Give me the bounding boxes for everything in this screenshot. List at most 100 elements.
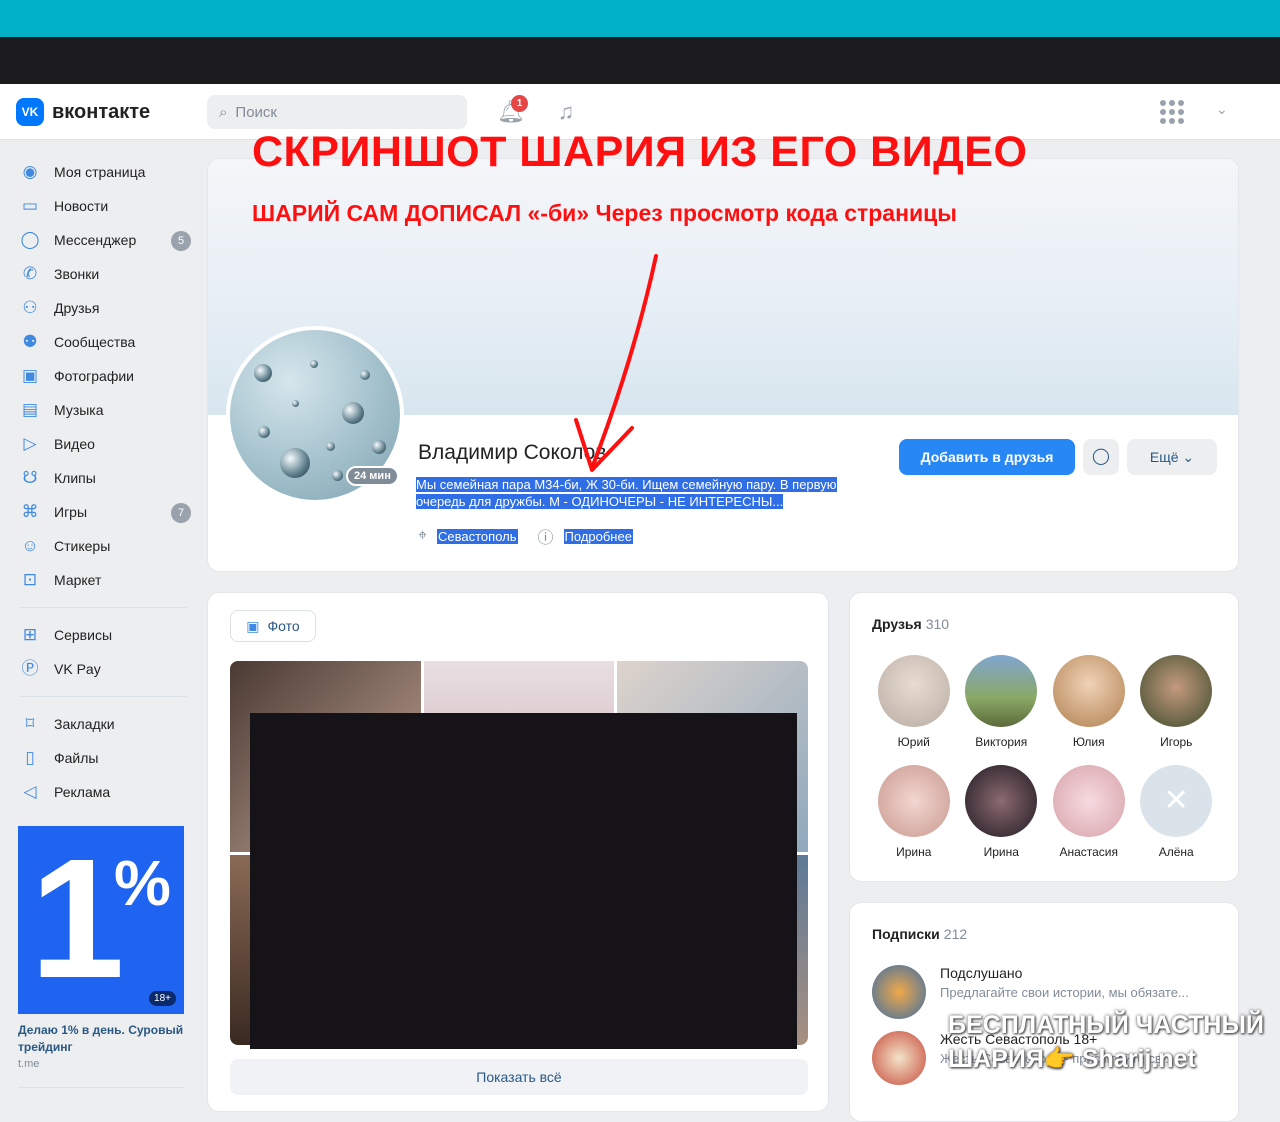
profile-status: Мы семейная пара М34-би, Ж 30-би. Ищем с… <box>416 477 837 509</box>
ads-icon: ◁ <box>23 782 37 801</box>
subscriptions-title[interactable]: Подписки 212 <box>872 926 967 942</box>
avatar <box>1052 655 1125 727</box>
notification-badge: 1 <box>511 95 528 112</box>
friend-item[interactable]: Ирина <box>958 765 1046 859</box>
ad-percent: % <box>114 847 171 919</box>
censor-box <box>250 713 797 1049</box>
friend-item[interactable]: Виктория <box>958 655 1046 749</box>
sidebar-item-services[interactable]: ⊞ Сервисы <box>16 618 191 652</box>
music-note-icon[interactable]: ♫ <box>552 98 580 126</box>
vk-logo[interactable]: VK вконтакте <box>16 98 150 126</box>
avatar <box>1052 765 1125 837</box>
messenger-count-badge: 5 <box>171 231 191 251</box>
search-icon: ⌕ <box>219 103 228 121</box>
apps-grid-icon[interactable] <box>1160 100 1184 124</box>
sidebar-nav: ◉ Моя страница ▭ Новости ◯ Мессенджер 5 ✆ Зво… <box>16 155 191 809</box>
market-icon: ⊡ <box>22 570 38 589</box>
avatar <box>872 1031 926 1085</box>
user-icon: ◉ <box>22 162 38 181</box>
profile-info-row: ⌖ Севастополь ⓘ Подробнее <box>418 524 633 548</box>
ad-site: t.me <box>18 1058 40 1070</box>
friends-grid: Юрий Виктория Юлия Игорь Ирина Ирина Ана… <box>870 655 1220 859</box>
stickers-icon: ☺ <box>21 536 39 555</box>
friend-item[interactable]: Ирина <box>870 765 958 859</box>
watermark: БЕСПЛАТНЫЙ ЧАСТНЫЙ ШАРИЯ👉 Sharij.net <box>948 1011 1264 1073</box>
info-icon: ⓘ <box>537 530 554 547</box>
online-status-badge: 24 мин <box>346 466 399 486</box>
sidebar-item-photos[interactable]: ▣ Фотографии <box>16 359 191 393</box>
search-input[interactable]: ⌕ Поиск <box>207 95 467 129</box>
games-icon: ⌘ <box>21 502 39 521</box>
sidebar-item-files[interactable]: ▯ Файлы <box>16 741 191 775</box>
news-icon: ▭ <box>21 196 39 215</box>
avatar <box>877 765 950 837</box>
sidebar-item-vkpay[interactable]: Ⓟ VK Pay <box>16 652 191 686</box>
friends-icon: ⚇ <box>22 298 38 317</box>
sidebar-item-friends[interactable]: ⚇ Друзья <box>16 291 191 325</box>
services-icon: ⊞ <box>22 625 38 644</box>
subscriptions-count: 212 <box>943 926 968 942</box>
sidebar-item-games[interactable]: ⌘ Игры 7 <box>16 495 191 529</box>
sidebar-item-calls[interactable]: ✆ Звонки <box>16 257 191 291</box>
ad-text[interactable]: Делаю 1% в день. Суровый трейдинг <box>18 1022 188 1056</box>
friend-item[interactable]: Юлия <box>1045 655 1133 749</box>
profile-more-info-link[interactable]: Подробнее <box>563 528 633 544</box>
sidebar-item-music[interactable]: ▤ Музыка <box>16 393 191 427</box>
chevron-down-icon[interactable]: ⌄ <box>1216 101 1228 118</box>
browser-top-strip <box>0 0 1280 37</box>
communities-icon: ⚉ <box>22 332 38 351</box>
add-friend-button[interactable]: Добавить в друзья <box>899 439 1075 475</box>
vkpay-icon: Ⓟ <box>21 659 39 678</box>
sidebar-ad-banner[interactable]: 1 % 18+ <box>18 826 184 1014</box>
bookmark-icon: ⌑ <box>25 714 35 733</box>
sidebar-item-news[interactable]: ▭ Новости <box>16 189 191 223</box>
avatar <box>1140 655 1213 727</box>
file-icon: ▯ <box>25 748 35 767</box>
friends-count: 310 <box>925 616 950 632</box>
show-all-photos-button[interactable]: Показать всё <box>230 1059 808 1095</box>
annotation-title: СКРИНШОТ ШАРИЯ ИЗ ЕГО ВИДЕО <box>252 128 1028 176</box>
vk-logo-text: вконтакте <box>52 100 151 123</box>
photo-icon: ▣ <box>21 366 39 385</box>
search-placeholder: Поиск <box>235 103 277 121</box>
sidebar-item-clips[interactable]: ☋ Клипы <box>16 461 191 495</box>
friends-title[interactable]: Друзья 310 <box>872 616 949 632</box>
message-icon: ◯ <box>20 230 40 249</box>
avatar <box>872 965 926 1019</box>
avatar <box>877 655 950 727</box>
sidebar-item-communities[interactable]: ⚉ Сообщества <box>16 325 191 359</box>
image-icon: ▣ <box>246 617 260 634</box>
sidebar-item-messenger[interactable]: ◯ Мессенджер 5 <box>16 223 191 257</box>
profile-city[interactable]: Севастополь <box>437 528 518 544</box>
sidebar-item-stickers[interactable]: ☺ Стикеры <box>16 529 191 563</box>
sidebar-item-ads[interactable]: ◁ Реклама <box>16 775 191 809</box>
friend-item[interactable]: Игорь <box>1133 655 1221 749</box>
browser-toolbar: ▦ ⊘ <box>0 37 1280 106</box>
more-actions-button[interactable]: Ещё ⌄ <box>1127 439 1217 475</box>
friend-item[interactable]: Анастасия <box>1045 765 1133 859</box>
annotation-subtitle: ШАРИЙ САМ ДОПИСАЛ «-би» Через просмотр к… <box>252 200 957 226</box>
chat-bubble-icon: ◯ <box>1092 448 1110 465</box>
phone-icon: ✆ <box>22 264 38 283</box>
sidebar-item-my-page[interactable]: ◉ Моя страница <box>16 155 191 189</box>
location-pin-icon: ⌖ <box>418 527 428 544</box>
sidebar-item-bookmarks[interactable]: ⌑ Закладки <box>16 707 191 741</box>
chevron-down-icon: ⌄ <box>1182 449 1195 465</box>
message-button[interactable]: ◯ <box>1083 439 1119 475</box>
tab-photos[interactable]: ▣ Фото <box>230 610 316 642</box>
default-avatar-icon: ✕ <box>1140 765 1213 837</box>
friends-card: Друзья 310 Юрий Виктория Юлия Игорь Ирина… <box>849 592 1239 882</box>
ad-big-number: 1 <box>30 826 125 1014</box>
vk-logo-mark: VK <box>16 98 44 126</box>
clips-icon: ☋ <box>22 468 38 487</box>
annotation-arrow <box>574 254 658 472</box>
sidebar-item-market[interactable]: ⊡ Маркет <box>16 563 191 597</box>
sidebar-item-video[interactable]: ▷ Видео <box>16 427 191 461</box>
avatar <box>965 765 1038 837</box>
ad-age-badge: 18+ <box>149 991 176 1006</box>
friend-item[interactable]: ✕ Алёна <box>1133 765 1221 859</box>
games-count-badge: 7 <box>171 503 191 523</box>
sidebar-divider <box>18 1087 184 1088</box>
sidebar-divider <box>20 696 187 697</box>
friend-item[interactable]: Юрий <box>870 655 958 749</box>
